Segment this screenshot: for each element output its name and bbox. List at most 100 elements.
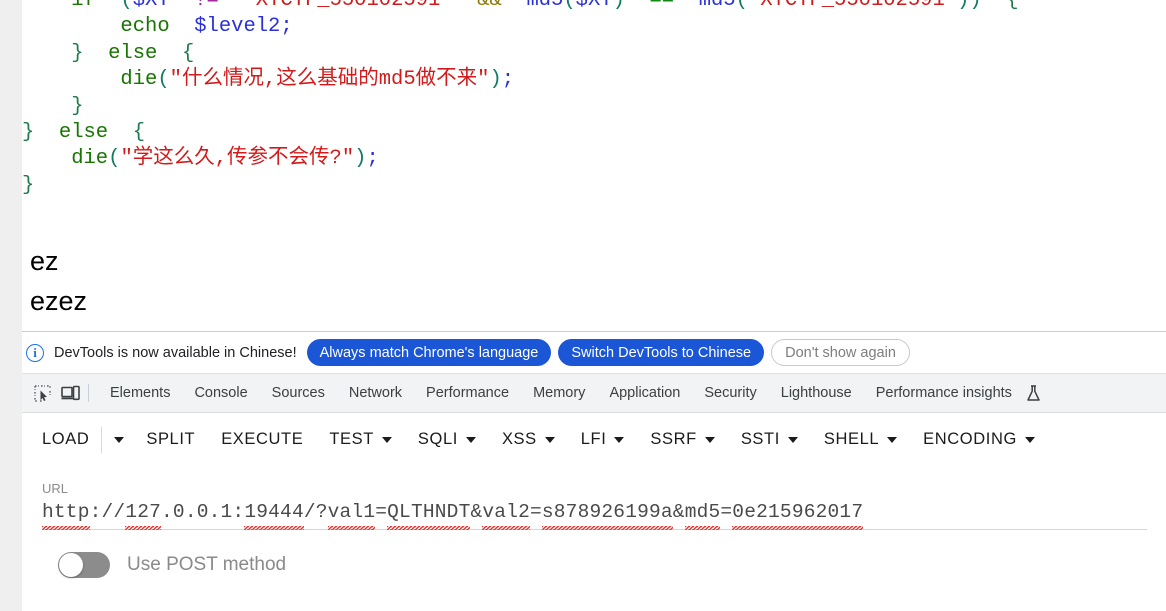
- hackbar-split-button[interactable]: SPLIT: [146, 426, 195, 453]
- code-token: (: [157, 68, 170, 92]
- hackbar-button-label: EXECUTE: [221, 430, 304, 448]
- code-token: ″XYCTF_550102591″: [243, 0, 453, 12]
- code-token: ″什么情况,这么基础的md5做不来″: [169, 68, 490, 92]
- code-token: else: [58, 120, 109, 144]
- rendered-page-area: if ($XY != ″XYCTF_550102591″ && md5($XY)…: [0, 0, 1166, 375]
- devtools-tab-memory[interactable]: Memory: [521, 374, 597, 412]
- code-line: if ($XY != ″XYCTF_550102591″ && md5($XY)…: [22, 0, 1018, 14]
- code-token: ): [489, 68, 502, 92]
- dont-show-again-button[interactable]: Don't show again: [771, 339, 910, 366]
- chevron-down-icon: [1024, 436, 1035, 443]
- hackbar-button-label: SPLIT: [146, 430, 196, 448]
- code-token: else: [108, 41, 158, 65]
- devtools-tab-elements[interactable]: Elements: [98, 374, 182, 412]
- hackbar-button-label: SHELL: [823, 430, 880, 448]
- inspect-element-icon[interactable]: [28, 379, 56, 407]
- url-input[interactable]: [42, 501, 1147, 530]
- code-token: ;: [366, 147, 379, 171]
- code-token: die: [22, 68, 158, 92]
- code-token: ″XYCTF_550102591″: [747, 0, 958, 12]
- code-token: ;: [501, 68, 515, 92]
- code-token: (: [735, 0, 748, 12]
- devtools-tab-sources[interactable]: Sources: [260, 374, 337, 412]
- chevron-down-icon: [381, 436, 392, 443]
- hackbar-execute-button[interactable]: EXECUTE: [221, 426, 303, 453]
- toggle-knob: [59, 553, 83, 577]
- code-line: } else {: [22, 120, 1019, 146]
- code-token: }: [22, 120, 59, 144]
- code-token: (: [108, 147, 121, 171]
- code-token: die: [22, 147, 109, 171]
- code-token: md5: [698, 0, 736, 12]
- hackbar-test-button[interactable]: TEST: [329, 426, 392, 453]
- hackbar-load-button[interactable]: LOAD: [42, 426, 89, 453]
- hackbar-toolbar-divider: [101, 426, 103, 453]
- hackbar-button-label: XSS: [501, 430, 537, 448]
- devtools-tab-security[interactable]: Security: [692, 374, 768, 412]
- use-post-method-label: Use POST method: [127, 554, 287, 575]
- devtools-tab-performance-insights[interactable]: Performance insights: [864, 374, 1024, 412]
- hackbar-button-label: SSRF: [650, 430, 697, 448]
- code-token: $level2: [194, 15, 281, 39]
- code-line: die(″什么情况,这么基础的md5做不来″);: [22, 67, 1019, 93]
- chevron-down-icon: [887, 436, 898, 443]
- devtools-tab-performance[interactable]: Performance: [414, 374, 521, 412]
- hackbar-shell-button[interactable]: SHELL: [823, 426, 898, 453]
- use-post-method-toggle[interactable]: [58, 552, 110, 578]
- chevron-down-icon: [465, 436, 476, 443]
- devtools-tab-lighthouse[interactable]: Lighthouse: [769, 374, 864, 412]
- code-token: }: [22, 94, 84, 118]
- code-token: (: [120, 0, 133, 12]
- code-token: ″学这么久,传参不会传?″: [120, 147, 355, 171]
- switch-devtools-to-chinese-button[interactable]: Switch DevTools to Chinese: [558, 339, 765, 366]
- url-section: URL: [22, 467, 1166, 530]
- experiment-flask-icon[interactable]: [1026, 384, 1041, 402]
- devtools-tab-network[interactable]: Network: [337, 374, 414, 412]
- hackbar-load-dropdown-button[interactable]: [114, 436, 125, 443]
- devtools-language-notification: i DevTools is now available in Chinese! …: [22, 332, 1166, 374]
- hackbar-ssrf-button[interactable]: SSRF: [650, 426, 715, 453]
- hackbar-button-label: TEST: [329, 430, 374, 448]
- hackbar-button-label: ENCODING: [923, 430, 1017, 448]
- hackbar-ssti-button[interactable]: SSTI: [741, 426, 798, 453]
- code-token: $XY: [132, 0, 170, 12]
- code-line: }: [22, 173, 1019, 199]
- code-line: } else {: [22, 41, 1019, 67]
- hackbar-encoding-button[interactable]: ENCODING: [923, 426, 1035, 453]
- code-token: !=: [194, 0, 219, 12]
- code-token: &&: [477, 0, 502, 12]
- hackbar-sqli-button[interactable]: SQLI: [418, 426, 476, 453]
- code-token: ): [354, 147, 367, 171]
- chevron-down-icon: [614, 436, 625, 443]
- code-token: echo: [22, 15, 195, 39]
- always-match-chrome-language-button[interactable]: Always match Chrome's language: [306, 339, 552, 366]
- code-token: {: [181, 41, 195, 65]
- hackbar-button-label: SQLI: [417, 430, 458, 448]
- devtools-tab-application[interactable]: Application: [597, 374, 692, 412]
- code-token: )): [957, 0, 982, 12]
- code-token: ): [612, 0, 625, 12]
- hackbar-lfi-button[interactable]: LFI: [581, 426, 625, 453]
- code-token: }: [22, 41, 109, 65]
- hackbar-button-label: LOAD: [42, 430, 90, 448]
- code-token: }: [22, 173, 35, 197]
- chevron-down-icon: [544, 436, 555, 443]
- page-output-line-1: ez: [30, 246, 59, 276]
- code-line: echo $level2;: [22, 14, 1019, 40]
- device-toolbar-icon[interactable]: [56, 379, 84, 407]
- php-source-code-block: if ($XY != ″XYCTF_550102591″ && md5($XY)…: [22, 0, 1019, 199]
- page-output-line-2: ezez: [30, 286, 88, 316]
- devtools-panel: i DevTools is now available in Chinese! …: [22, 331, 1166, 611]
- hackbar-xss-button[interactable]: XSS: [502, 426, 555, 453]
- toolbar-divider: [88, 384, 89, 402]
- hackbar-button-label: LFI: [580, 430, 607, 448]
- devtools-tab-console[interactable]: Console: [182, 374, 259, 412]
- devtools-tabbar: Elements Console Sources Network Performance…: [22, 374, 1166, 413]
- use-post-method-row[interactable]: Use POST method: [22, 552, 1166, 578]
- hackbar-toolbar: LOAD SPLIT EXECUTE TEST SQLI XSS LFI SSRF SSTI SH…: [22, 413, 1166, 467]
